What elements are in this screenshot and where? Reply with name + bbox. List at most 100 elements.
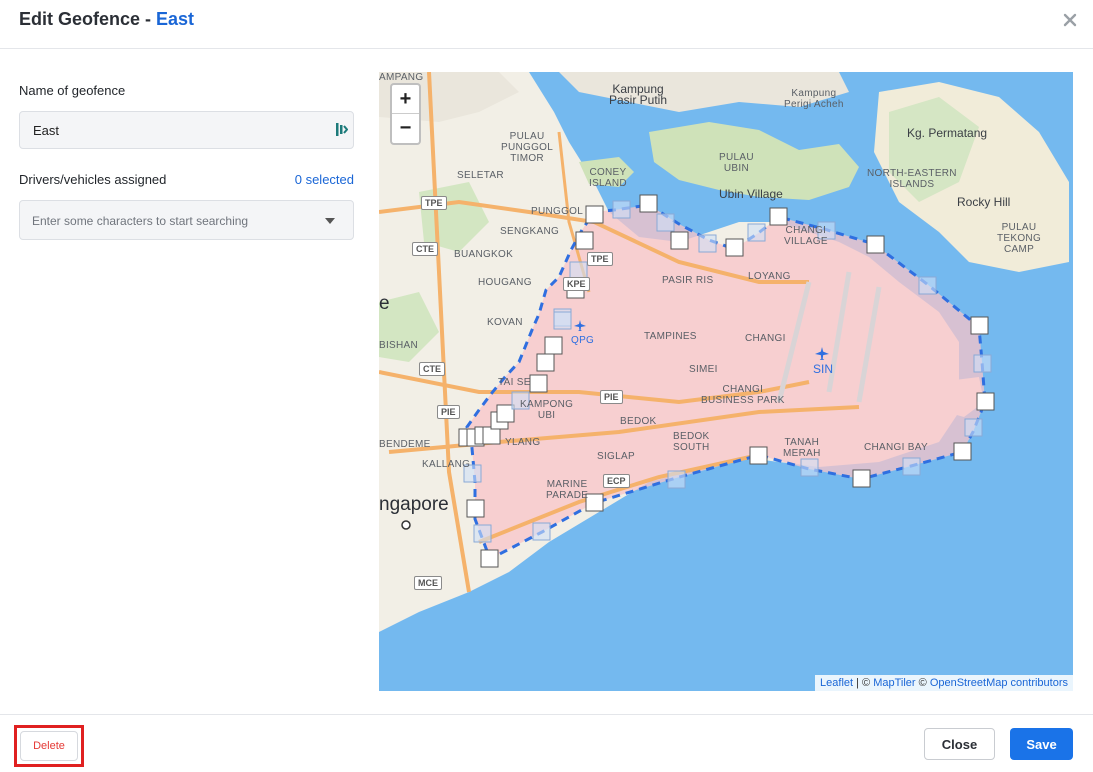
vertex-handle[interactable] bbox=[852, 469, 871, 488]
delete-button[interactable]: Delete bbox=[20, 731, 78, 761]
vertex-handle[interactable] bbox=[482, 426, 501, 445]
map-label-city: e bbox=[379, 293, 390, 314]
midpoint-handle[interactable] bbox=[698, 234, 717, 253]
vertex-handle[interactable] bbox=[769, 207, 788, 226]
map-label-city: ngapore bbox=[379, 494, 449, 515]
vertex-handle[interactable] bbox=[575, 231, 594, 250]
zoom-out-button[interactable]: − bbox=[392, 114, 419, 143]
road-badge: MCE bbox=[414, 576, 442, 590]
vertex-handle[interactable] bbox=[480, 549, 499, 568]
map-label: LOYANG bbox=[748, 271, 791, 282]
map-label: NORTH-EASTERN ISLANDS bbox=[867, 168, 957, 190]
map-label: SIMEI bbox=[689, 364, 718, 375]
vertex-handle[interactable] bbox=[670, 231, 689, 250]
vertex-handle[interactable] bbox=[466, 499, 485, 518]
zoom-control: + − bbox=[390, 83, 421, 145]
map-label: SIGLAP bbox=[597, 451, 635, 462]
vertex-handle[interactable] bbox=[639, 194, 658, 213]
map-label: CONEY ISLAND bbox=[589, 167, 627, 189]
midpoint-handle[interactable] bbox=[902, 457, 921, 476]
geofence-name-input[interactable] bbox=[19, 111, 354, 149]
map-label: PULAU TEKONG CAMP bbox=[997, 222, 1042, 255]
map-label: BEDOK SOUTH bbox=[673, 431, 710, 453]
password-manager-icon[interactable] bbox=[336, 122, 348, 137]
road-badge: TPE bbox=[421, 196, 447, 210]
map-label: TAI SE bbox=[498, 377, 531, 388]
drivers-label: Drivers/vehicles assigned bbox=[19, 172, 167, 187]
road-badge: CTE bbox=[412, 242, 438, 256]
road-badge: KPE bbox=[563, 277, 590, 291]
midpoint-handle[interactable] bbox=[747, 223, 766, 242]
map-label: TANAH MERAH bbox=[783, 437, 821, 459]
vertex-handle[interactable] bbox=[725, 238, 744, 257]
selected-count-link[interactable]: 0 selected bbox=[295, 172, 354, 187]
city-marker-icon bbox=[401, 520, 411, 530]
midpoint-handle[interactable] bbox=[667, 470, 686, 489]
map-label: PULAU PUNGGOL TIMOR bbox=[501, 131, 554, 164]
vertex-handle[interactable] bbox=[953, 442, 972, 461]
midpoint-handle[interactable] bbox=[656, 213, 675, 232]
map-label: Ubin Village bbox=[719, 187, 783, 201]
map-label: CHANGI BAY bbox=[864, 442, 928, 453]
name-label: Name of geofence bbox=[19, 83, 126, 98]
map-attribution: Leaflet | © MapTiler © OpenStreetMap con… bbox=[815, 675, 1073, 691]
map-label-airport: QPG bbox=[571, 335, 595, 346]
vertex-handle[interactable] bbox=[970, 316, 989, 335]
vertex-handle[interactable] bbox=[585, 493, 604, 512]
vertex-handle[interactable] bbox=[585, 205, 604, 224]
close-icon[interactable] bbox=[1061, 11, 1079, 29]
map-label: YLANG bbox=[505, 437, 541, 448]
midpoint-handle[interactable] bbox=[918, 276, 937, 295]
zoom-in-button[interactable]: + bbox=[392, 85, 419, 114]
map-label-airport: SIN bbox=[813, 362, 834, 376]
road-badge: CTE bbox=[419, 362, 445, 376]
midpoint-handle[interactable] bbox=[532, 522, 551, 541]
road-badge: PIE bbox=[600, 390, 623, 404]
map-label: AMPANG bbox=[379, 72, 424, 83]
midpoint-handle[interactable] bbox=[473, 524, 492, 543]
map-label: CHANGI bbox=[745, 333, 786, 344]
airport-icon bbox=[815, 347, 829, 360]
map-label: TAMPINES bbox=[644, 331, 697, 342]
drivers-search-select[interactable]: Enter some characters to start searching bbox=[19, 200, 354, 240]
maptiler-link[interactable]: MapTiler bbox=[873, 677, 915, 689]
vertex-handle[interactable] bbox=[529, 374, 548, 393]
close-button[interactable]: Close bbox=[924, 728, 995, 760]
vertex-handle[interactable] bbox=[866, 235, 885, 254]
midpoint-handle[interactable] bbox=[964, 418, 983, 437]
map-label: Rocky Hill bbox=[957, 195, 1011, 209]
map-label: Kampung Perigi Acheh bbox=[784, 88, 844, 110]
save-button[interactable]: Save bbox=[1010, 728, 1073, 760]
map-label: SELETAR bbox=[457, 170, 504, 181]
map-label: BUANGKOK bbox=[454, 249, 514, 260]
midpoint-handle[interactable] bbox=[973, 354, 992, 373]
road-badge: TPE bbox=[587, 252, 613, 266]
map-label: MARINE PARADE bbox=[546, 479, 589, 501]
map-label: KALLANG bbox=[422, 459, 471, 470]
map-label: BENDEME bbox=[379, 439, 431, 450]
road-badge: ECP bbox=[603, 474, 630, 488]
attribution-mid: © bbox=[915, 677, 930, 689]
vertex-handle[interactable] bbox=[749, 446, 768, 465]
vertex-handle[interactable] bbox=[496, 404, 515, 423]
modal-header: Edit Geofence - East bbox=[0, 0, 1093, 49]
midpoint-handle[interactable] bbox=[612, 200, 631, 219]
vertex-handle[interactable] bbox=[544, 336, 563, 355]
map-label: PASIR RIS bbox=[662, 275, 714, 286]
modal-title: Edit Geofence - East bbox=[19, 9, 194, 30]
title-prefix: Edit Geofence - bbox=[19, 9, 157, 29]
map-label: CHANGI VILLAGE bbox=[784, 225, 828, 247]
map-label: BISHAN bbox=[379, 340, 419, 351]
osm-link[interactable]: OpenStreetMap contributors bbox=[930, 677, 1068, 689]
search-placeholder: Enter some characters to start searching bbox=[32, 214, 249, 228]
vertex-handle[interactable] bbox=[976, 392, 995, 411]
map-label: HOUGANG bbox=[478, 277, 532, 288]
leaflet-link[interactable]: Leaflet bbox=[820, 677, 853, 689]
chevron-down-icon[interactable] bbox=[325, 218, 335, 224]
midpoint-handle[interactable] bbox=[553, 311, 572, 330]
map[interactable]: Kampung Pasir Putih Kampung Perigi Acheh K… bbox=[379, 72, 1073, 691]
map-label: KOVAN bbox=[487, 317, 523, 328]
midpoint-handle[interactable] bbox=[800, 458, 819, 477]
vertex-handle[interactable] bbox=[536, 353, 555, 372]
attribution-separator: | © bbox=[853, 677, 874, 689]
